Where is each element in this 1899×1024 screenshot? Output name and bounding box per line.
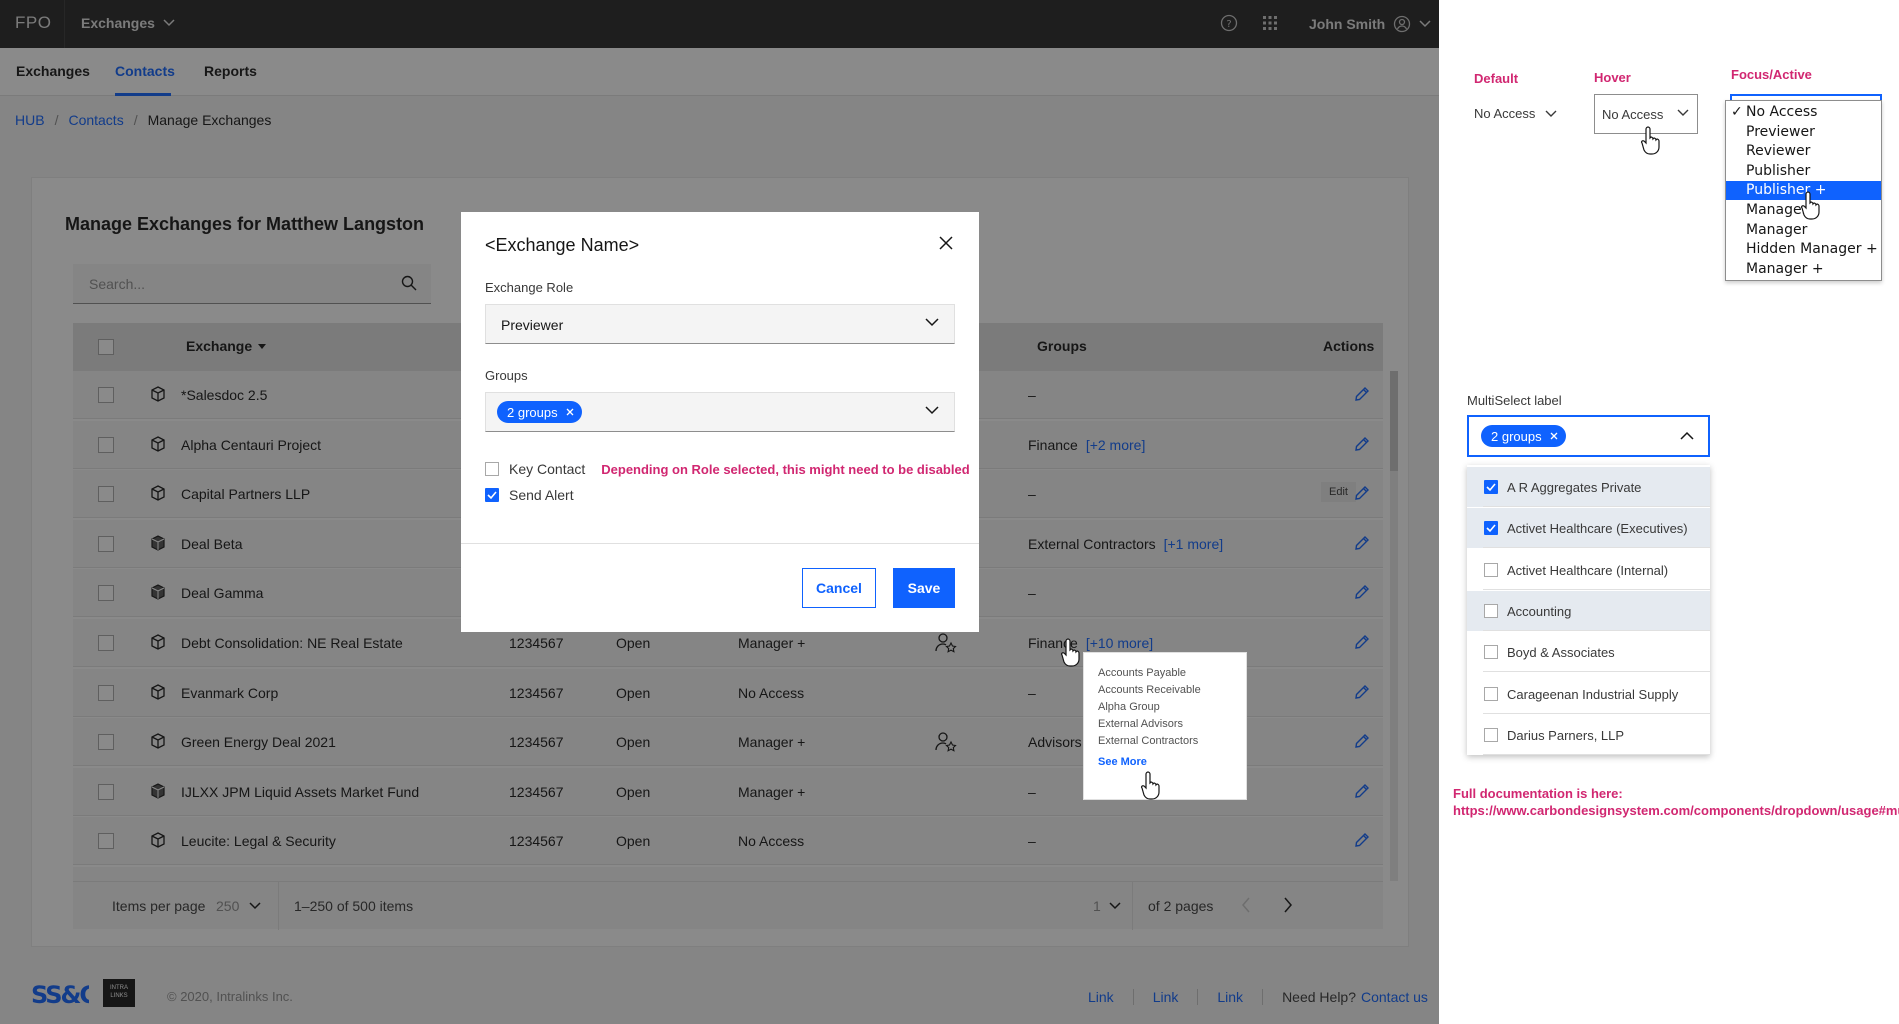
popover-group-item: External Advisors: [1098, 718, 1183, 730]
dropdown-option-label: Previewer: [1746, 123, 1815, 140]
dropdown-option-label: Manager +: [1746, 260, 1824, 277]
modal-title: <Exchange Name>: [485, 235, 640, 255]
dropdown-option-label: Publisher: [1746, 162, 1811, 179]
send-alert-checkbox[interactable]: [485, 488, 499, 502]
popover-group-item: Alpha Group: [1098, 701, 1160, 713]
multiselect-option[interactable]: A R Aggregates Private: [1467, 467, 1710, 507]
option-divider: [1483, 506, 1710, 507]
chevron-down-icon: [1677, 109, 1689, 116]
dropdown-option[interactable]: Hidden Manager +: [1726, 240, 1881, 259]
multiselect-option-label: Darius Parners, LLP: [1507, 727, 1625, 743]
checkbox-checked[interactable]: [1484, 521, 1498, 536]
spec-hover-label: Hover: [1594, 70, 1631, 85]
documentation-note: Full documentation is here: https://www.…: [1453, 786, 1899, 818]
chevron-down-icon: [925, 406, 939, 415]
multiselect-option[interactable]: Carageenan Industrial Supply: [1467, 674, 1710, 714]
dropdown-option-label: Hidden Manager +: [1746, 241, 1878, 258]
dropdown-option[interactable]: Publisher: [1726, 162, 1881, 181]
dropdown-option-label: No Access: [1746, 104, 1818, 120]
dropdown-option[interactable]: Previewer: [1726, 123, 1881, 142]
multiselect-label: MultiSelect label: [1467, 393, 1562, 408]
hand-cursor-icon: [1641, 126, 1660, 155]
chevron-down-icon: [925, 318, 939, 327]
dropdown-option-label: Reviewer: [1746, 143, 1811, 160]
send-alert-label: Send Alert: [509, 487, 574, 503]
exchange-role-value: Previewer: [501, 317, 564, 333]
tag-close-icon[interactable]: [1550, 432, 1558, 440]
spec-default-label: Default: [1474, 71, 1519, 86]
checkmark-icon: ✓: [1731, 104, 1743, 120]
key-contact-label: Key Contact: [509, 461, 586, 477]
exchange-role-label: Exchange Role: [485, 280, 574, 295]
groups-label: Groups: [485, 368, 528, 383]
spec-focus-label: Focus/Active: [1731, 67, 1812, 82]
cancel-button[interactable]: Cancel: [802, 568, 876, 608]
key-contact-annotation: Depending on Role selected, this might n…: [601, 461, 970, 477]
option-divider: [1483, 588, 1710, 590]
option-divider: [1483, 671, 1710, 673]
key-contact-checkbox[interactable]: [485, 462, 499, 476]
multiselect-tag[interactable]: 2 groups: [1481, 425, 1566, 447]
multiselect-field[interactable]: 2 groups: [1467, 415, 1710, 457]
dropdown-hover-value: No Access: [1602, 107, 1664, 122]
multiselect-option[interactable]: Darius Parners, LLP: [1467, 715, 1710, 755]
option-divider: [1483, 712, 1710, 714]
multiselect-option-label: Activet Healthcare (Executives): [1507, 521, 1688, 537]
option-divider: [1483, 547, 1710, 549]
hand-cursor-icon: [1061, 638, 1080, 667]
dropdown-option[interactable]: Reviewer: [1726, 142, 1881, 161]
dropdown-default[interactable]: No Access: [1474, 106, 1557, 121]
option-divider: [1483, 753, 1710, 755]
dropdown-option[interactable]: Manager +: [1726, 260, 1881, 279]
multiselect-option-label: A R Aggregates Private: [1507, 480, 1642, 495]
save-button[interactable]: Save: [893, 568, 955, 608]
multiselect-option-label: Activet Healthcare (Internal): [1507, 562, 1669, 578]
dropdown-default-value: No Access: [1474, 106, 1536, 121]
multiselect-options: A R Aggregates Private Activet Healthcare…: [1467, 465, 1710, 755]
multiselect-option[interactable]: Boyd & Associates: [1467, 632, 1710, 673]
checkbox-checked[interactable]: [1484, 480, 1498, 494]
chevron-up-icon[interactable]: [1680, 431, 1694, 440]
groups-popover: Accounts Payable Accounts Receivable Alp…: [1083, 652, 1247, 800]
see-more-link[interactable]: See More: [1098, 756, 1147, 768]
dropdown-option[interactable]: ✓ No Access: [1726, 103, 1881, 122]
dropdown-option-label: Manager: [1746, 202, 1808, 218]
send-alert-row: Send Alert: [485, 487, 574, 503]
hand-cursor-icon: [1801, 191, 1820, 220]
dropdown-option-label: Manager: [1746, 221, 1808, 238]
checkbox-unchecked[interactable]: [1484, 727, 1498, 742]
modal-divider: [461, 543, 979, 544]
checkbox-unchecked[interactable]: [1484, 645, 1498, 660]
groups-tag-label: 2 groups: [507, 404, 558, 420]
option-divider: [1483, 629, 1710, 631]
groups-tag[interactable]: 2 groups: [497, 401, 582, 423]
checkbox-unchecked[interactable]: [1484, 603, 1498, 618]
edit-exchange-modal: <Exchange Name> Exchange Role Previewer …: [461, 212, 979, 632]
popover-group-item: Accounts Payable: [1098, 667, 1187, 679]
key-contact-row: Key Contact Depending on Role selected, …: [485, 461, 970, 477]
hand-cursor-icon: [1141, 771, 1160, 800]
multiselect-option-label: Carageenan Industrial Supply: [1507, 686, 1679, 702]
dropdown-option[interactable]: Manager: [1726, 221, 1881, 240]
popover-group-item: External Contractors: [1098, 735, 1199, 747]
groups-multiselect[interactable]: 2 groups: [485, 392, 955, 432]
multiselect-option-label: Boyd & Associates: [1507, 645, 1615, 661]
close-icon[interactable]: [938, 235, 954, 251]
checkbox-unchecked[interactable]: [1484, 686, 1498, 701]
multiselect-option[interactable]: Activet Healthcare (Executives): [1467, 508, 1710, 549]
popover-group-item: Accounts Receivable: [1098, 684, 1201, 696]
multiselect-tag-label: 2 groups: [1491, 428, 1542, 444]
tag-close-icon[interactable]: [566, 408, 574, 416]
app-window: FPO Exchanges ? John Smith Exchanges Con…: [0, 0, 1439, 1024]
multiselect-option-label: Accounting: [1507, 603, 1572, 619]
multiselect-option[interactable]: Activet Healthcare (Internal): [1467, 550, 1710, 590]
checkbox-unchecked[interactable]: [1484, 562, 1498, 577]
multiselect-option[interactable]: Accounting: [1467, 590, 1710, 631]
chevron-down-icon: [1545, 110, 1557, 117]
exchange-role-select[interactable]: Previewer: [485, 304, 955, 344]
